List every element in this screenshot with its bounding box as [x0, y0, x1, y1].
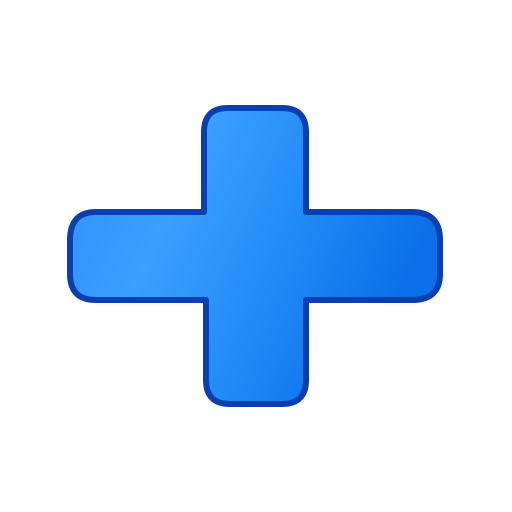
plus-shape	[67, 105, 443, 407]
plus-icon-canvas	[0, 0, 512, 512]
plus-icon[interactable]	[0, 0, 512, 512]
